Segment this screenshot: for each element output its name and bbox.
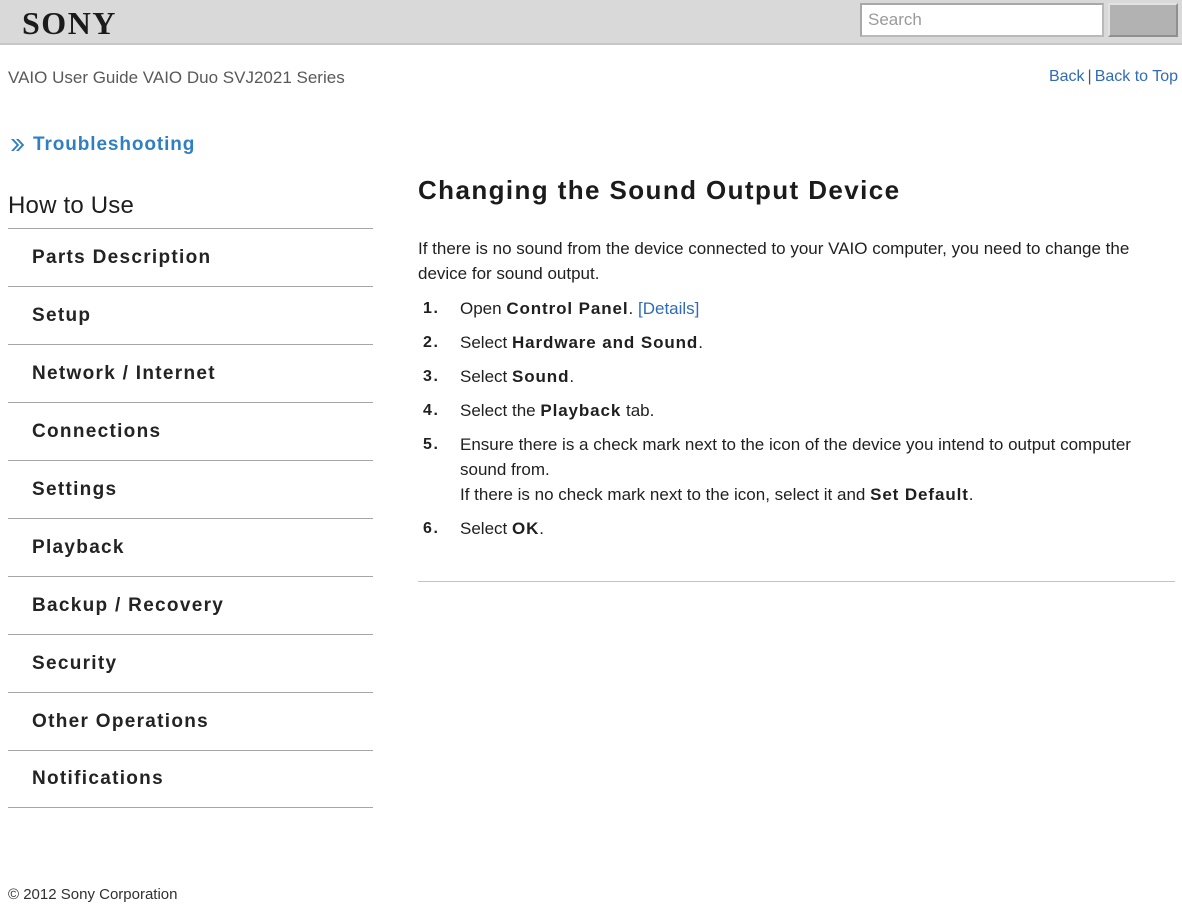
step-text: Select the Playback tab. — [460, 401, 654, 420]
step-number: 6. — [423, 520, 440, 537]
sidebar-item-label: Notifications — [32, 768, 164, 789]
step-number: 3. — [423, 368, 440, 385]
sidebar-item-label: Connections — [32, 420, 162, 442]
sidebar-item-connections[interactable]: Connections — [8, 402, 373, 460]
step-text: Ensure there is a check mark next to the… — [460, 435, 1131, 504]
breadcrumb[interactable]: Troubleshooting — [0, 130, 390, 160]
step-text-fragment: Select — [460, 333, 512, 352]
step-text-fragment: Select — [460, 367, 512, 386]
sidebar-item-security[interactable]: Security — [8, 634, 373, 692]
step-number: 1. — [423, 300, 440, 317]
step-text-fragment: Select — [460, 519, 512, 538]
sidebar-item-label: Parts Description — [32, 246, 212, 268]
step-text-fragment: . — [698, 333, 703, 352]
step-text-fragment: . — [968, 485, 974, 504]
page-title: VAIO User Guide VAIO Duo SVJ2021 Series — [8, 68, 345, 87]
sidebar-item-label: Playback — [32, 536, 125, 558]
sidebar-item-other-operations[interactable]: Other Operations — [8, 692, 373, 750]
content-divider — [418, 581, 1175, 582]
title-row: VAIO User Guide VAIO Duo SVJ2021 Series … — [0, 45, 1182, 90]
main-content: Changing the Sound Output Device If ther… — [418, 175, 1176, 590]
sidebar: Troubleshooting How to Use Parts Descrip… — [0, 130, 390, 808]
sony-logo: SONY — [22, 5, 117, 41]
step-item: 5. Ensure there is a check mark next to t… — [418, 432, 1176, 507]
step-text: Select OK. — [460, 519, 544, 538]
step-emphasis: OK — [511, 519, 540, 538]
step-item: 3. Select Sound. — [418, 364, 1176, 389]
step-text-fragment: tab. — [621, 401, 655, 420]
sidebar-item-network-internet[interactable]: Network / Internet — [8, 344, 373, 402]
sidebar-section-title: How to Use — [8, 192, 135, 219]
sidebar-item-backup-recovery[interactable]: Backup / Recovery — [8, 576, 373, 634]
step-item: 2. Select Hardware and Sound. — [418, 330, 1176, 355]
step-text-fragment: . — [628, 299, 638, 318]
sidebar-item-label: Backup / Recovery — [32, 594, 225, 616]
step-emphasis: Hardware and Sound — [511, 333, 699, 352]
step-text-fragment: If there is no check mark next to the ic… — [460, 485, 871, 504]
nav-separator: | — [1087, 68, 1092, 85]
sidebar-item-label: Network / Internet — [32, 362, 216, 384]
step-item: 1. Open Control Panel. [Details] — [418, 296, 1176, 321]
step-text-fragment: Select the — [460, 401, 541, 420]
back-link[interactable]: Back — [1049, 68, 1085, 85]
sidebar-item-label: Security — [32, 652, 118, 674]
steps-list: 1. Open Control Panel. [Details] 2. Select … — [418, 296, 1176, 541]
search-input[interactable] — [860, 3, 1104, 37]
details-link[interactable]: [Details] — [638, 299, 699, 318]
step-text: Open Control Panel. [Details] — [460, 299, 699, 318]
site-header: SONY — [0, 0, 1182, 45]
step-emphasis: Control Panel — [506, 299, 629, 318]
step-item: 4. Select the Playback tab. — [418, 398, 1176, 423]
sidebar-item-label: Setup — [32, 304, 92, 326]
sidebar-item-setup[interactable]: Setup — [8, 286, 373, 344]
sidebar-item-notifications[interactable]: Notifications — [8, 750, 373, 808]
sidebar-item-label: Other Operations — [32, 710, 210, 732]
content-intro-paragraph: If there is no sound from the device con… — [418, 239, 1130, 283]
step-text-fragment: Ensure there is a check mark next to the… — [460, 435, 1131, 479]
step-emphasis: Playback — [540, 401, 622, 420]
sidebar-item-parts-description[interactable]: Parts Description — [8, 228, 373, 286]
sidebar-item-settings[interactable]: Settings — [8, 460, 373, 518]
step-text-fragment: . — [539, 519, 545, 538]
sidebar-nav-list: Parts Description Setup Network / Internet… — [8, 228, 373, 808]
step-text-fragment: . — [569, 367, 575, 386]
step-text: Select Sound. — [460, 367, 574, 386]
breadcrumb-label[interactable]: Troubleshooting — [33, 134, 195, 156]
content-heading: Changing the Sound Output Device — [418, 175, 901, 205]
footer-copyright: © 2012 Sony Corporation — [8, 886, 178, 903]
step-text-fragment: Open — [460, 299, 507, 318]
back-to-top-link[interactable]: Back to Top — [1095, 68, 1178, 85]
step-number: 2. — [423, 334, 440, 351]
step-number: 5. — [423, 436, 440, 453]
search-area — [860, 3, 1178, 37]
step-number: 4. — [423, 402, 440, 419]
double-chevron-right-icon — [10, 137, 26, 153]
step-item: 6. Select OK. — [418, 516, 1176, 541]
step-text: Select Hardware and Sound. — [460, 333, 703, 352]
header-nav-links: Back | Back to Top — [1049, 68, 1178, 86]
step-emphasis: Set Default — [870, 485, 969, 504]
search-button[interactable] — [1108, 3, 1178, 37]
sidebar-item-playback[interactable]: Playback — [8, 518, 373, 576]
step-emphasis: Sound — [511, 367, 570, 386]
sidebar-item-label: Settings — [32, 478, 118, 500]
